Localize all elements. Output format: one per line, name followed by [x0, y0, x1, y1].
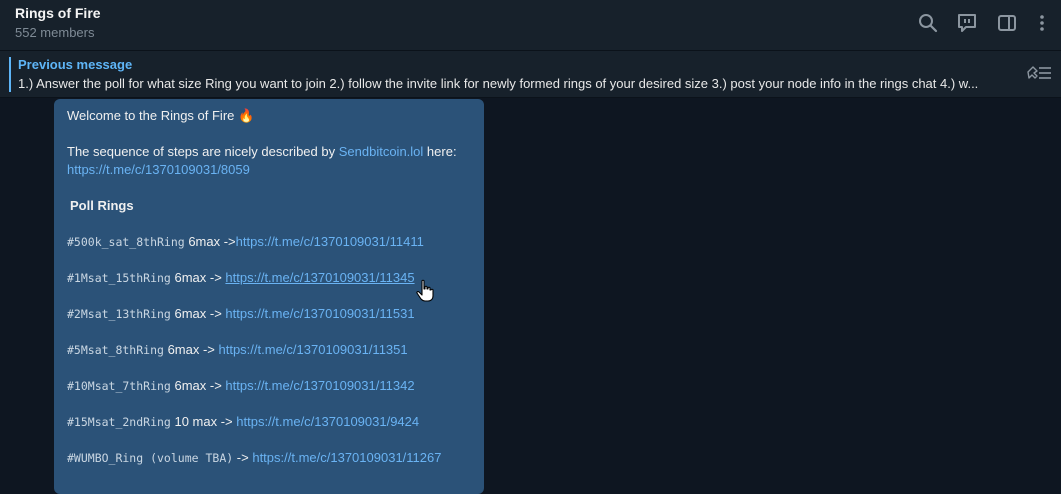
member-count: 552 members [15, 25, 95, 40]
pinned-message-bar[interactable]: Previous message 1.) Answer the poll for… [0, 51, 1061, 98]
ring-size: 6max -> [167, 342, 219, 357]
search-icon[interactable] [916, 11, 940, 35]
ring-tag[interactable]: #15Msat_2ndRing [67, 415, 171, 429]
steps-line: The sequence of steps are nicely describ… [67, 144, 457, 159]
ring-row: #5Msat_8thRing 6max -> https://t.me/c/13… [67, 342, 408, 357]
ring-size: 6max -> [174, 270, 226, 285]
ring-row: #10Msat_7thRing 6max -> https://t.me/c/1… [67, 378, 415, 393]
steps-link[interactable]: https://t.me/c/1370109031/8059 [67, 162, 250, 177]
pinned-text: 1.) Answer the poll for what size Ring y… [18, 76, 979, 91]
ring-tag[interactable]: #2Msat_13thRing [67, 307, 171, 321]
ring-size: 6max -> [188, 234, 236, 249]
chat-title[interactable]: Rings of Fire [15, 5, 101, 21]
sidebar-toggle-icon[interactable] [995, 11, 1019, 35]
ring-row: #2Msat_13thRing 6max -> https://t.me/c/1… [67, 306, 415, 321]
pinned-accent-line [9, 57, 11, 92]
ring-link[interactable]: https://t.me/c/1370109031/9424 [236, 414, 419, 429]
ring-size: 6max -> [174, 378, 226, 393]
ring-row: #WUMBO_Ring (volume TBA) -> https://t.me… [67, 450, 441, 465]
ring-tag[interactable]: #500k_sat_8thRing [67, 235, 185, 249]
sendbitcoin-link[interactable]: Sendbitcoin.lol [339, 144, 424, 159]
ring-tag[interactable]: #5Msat_8thRing [67, 343, 164, 357]
ring-link[interactable]: https://t.me/c/1370109031/11411 [236, 234, 424, 249]
steps-suffix: here: [426, 144, 457, 159]
ring-link[interactable]: https://t.me/c/1370109031/11351 [219, 342, 408, 357]
ring-size: 10 max -> [174, 414, 237, 429]
chat-header: Rings of Fire 552 members [0, 0, 1061, 51]
ring-tag[interactable]: #1Msat_15thRing [67, 271, 171, 285]
ring-link[interactable]: https://t.me/c/1370109031/11342 [225, 378, 414, 393]
ring-link[interactable]: https://t.me/c/1370109031/11345 [225, 270, 414, 285]
welcome-line: Welcome to the Rings of Fire 🔥 [67, 108, 254, 124]
ring-row: #15Msat_2ndRing 10 max -> https://t.me/c… [67, 414, 419, 429]
hand-pointer-cursor-icon [416, 279, 434, 303]
welcome-text: Welcome to the Rings of Fire [67, 108, 235, 123]
chat-comments-icon[interactable] [955, 11, 979, 35]
fire-emoji-icon: 🔥 [238, 108, 255, 123]
ring-row: #500k_sat_8thRing 6max ->https://t.me/c/… [67, 234, 424, 249]
ring-link[interactable]: https://t.me/c/1370109031/11267 [252, 450, 441, 465]
ring-size: -> [236, 450, 253, 465]
ring-tag[interactable]: #WUMBO_Ring (volume TBA) [67, 451, 233, 465]
unpin-icon[interactable] [1025, 63, 1053, 85]
ring-link[interactable]: https://t.me/c/1370109031/11531 [225, 306, 414, 321]
ring-size: 6max -> [174, 306, 226, 321]
more-vertical-icon[interactable] [1030, 11, 1054, 35]
pinned-title: Previous message [18, 57, 133, 72]
steps-link-line: https://t.me/c/1370109031/8059 [67, 162, 250, 177]
poll-rings-heading: Poll Rings [70, 198, 134, 213]
ring-tag[interactable]: #10Msat_7thRing [67, 379, 171, 393]
steps-prefix: The sequence of steps are nicely describ… [67, 144, 336, 159]
ring-row: #1Msat_15thRing 6max -> https://t.me/c/1… [67, 270, 415, 285]
